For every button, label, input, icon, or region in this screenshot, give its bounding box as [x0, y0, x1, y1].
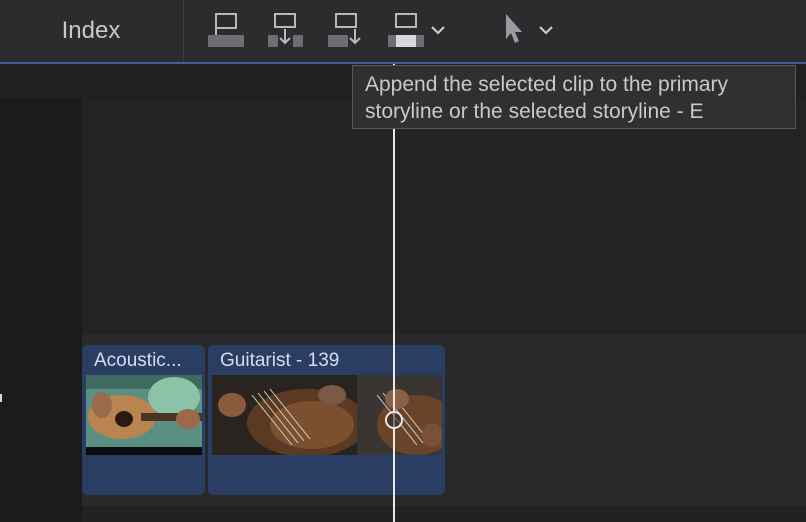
tools-dropdown[interactable]	[538, 22, 554, 43]
connect-clip-icon	[208, 13, 244, 47]
clip-title: Acoustic...	[94, 350, 182, 371]
timeline-index-gutter	[0, 64, 82, 522]
clip-thumbnail	[212, 375, 357, 455]
timeline-audio-lane	[82, 506, 806, 522]
overwrite-clip-icon	[388, 13, 424, 47]
tooltip-line-2: storyline or the selected storyline - E	[365, 100, 704, 123]
clip-thumbnail	[86, 375, 202, 455]
toolbar-divider	[183, 0, 184, 62]
insert-clip-button[interactable]	[267, 10, 305, 52]
skimmer-knob[interactable]	[385, 411, 403, 429]
tooltip: Append the selected clip to the primary …	[352, 65, 796, 129]
timeline-upper-area[interactable]	[82, 98, 806, 334]
toolbar: Index	[0, 0, 806, 64]
playhead[interactable]	[393, 64, 395, 522]
gutter-header	[0, 64, 82, 98]
overwrite-clip-button[interactable]	[387, 10, 425, 52]
arrow-pointer-icon	[506, 14, 522, 43]
timeline-clip[interactable]: Guitarist - 139	[208, 345, 445, 495]
clip-filmstrip	[86, 375, 202, 455]
connect-clip-button[interactable]	[207, 10, 245, 52]
append-clip-button[interactable]	[327, 10, 365, 52]
edit-mode-dropdown[interactable]	[430, 22, 446, 43]
clip-title: Guitarist - 139	[220, 350, 340, 371]
chevron-down-icon	[539, 26, 553, 35]
append-clip-icon	[328, 13, 361, 47]
timeline-clip[interactable]: Acoustic...	[82, 345, 205, 495]
select-tool-button[interactable]	[500, 12, 526, 54]
clip-filmstrip	[212, 375, 442, 455]
insert-clip-icon	[268, 13, 303, 47]
index-label: Index	[61, 17, 121, 44]
tooltip-line-1: Append the selected clip to the primary	[365, 73, 729, 96]
chevron-down-icon	[431, 26, 445, 35]
edge-marker	[0, 394, 2, 402]
index-button[interactable]: Index	[0, 0, 182, 62]
